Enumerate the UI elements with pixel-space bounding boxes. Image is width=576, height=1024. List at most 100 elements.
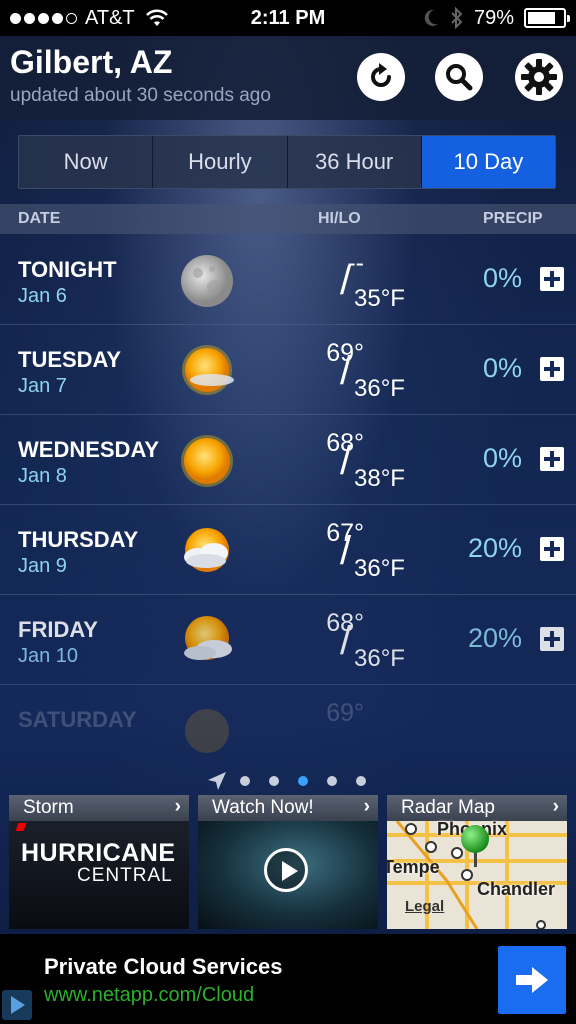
map-label-tempe: Tempe [387,857,440,877]
day-date: Jan 8 [18,465,67,487]
battery-percent: 79% [473,6,514,29]
bluetooth-icon [451,7,463,29]
low-temp: 36°F [354,555,405,582]
storm-card[interactable]: Storm › HURRICANE CENTRAL [9,795,189,929]
hurricane-title: HURRICANE [21,839,176,867]
central-title: CENTRAL [77,865,173,886]
partly-cloudy-icon [185,709,229,753]
precip-chance: 0% [482,443,522,473]
tab-10-day[interactable]: 10 Day [421,136,555,188]
column-header: DATE HI/LO PRECIP [0,204,576,234]
page-dot-active[interactable] [298,776,308,786]
moon-dnd-icon [424,9,438,26]
search-icon [446,64,473,91]
forecast-tabs: Now Hourly 36 Hour 10 Day [18,135,556,189]
card-title: Watch Now! [212,797,314,818]
hilo-temp: 68° / 36°F [326,609,405,672]
gear-icon [521,59,557,95]
page-dot[interactable] [356,776,366,786]
hurricane-logo-mark [15,823,27,831]
low-temp: 36°F [354,375,405,402]
refresh-button[interactable] [357,53,405,101]
forecast-row-thursday[interactable]: THURSDAY Jan 9 67° / 36°F 20% [0,505,576,595]
updated-text: updated about 30 seconds ago [10,85,271,106]
ad-arrow-button[interactable] [498,946,566,1014]
date-column-label: DATE [18,210,61,227]
day-date: Jan 7 [18,375,67,397]
forecast-row-wednesday[interactable]: WEDNESDAY Jan 8 68° / 38°F 0% [0,415,576,505]
play-icon[interactable] [264,848,308,892]
settings-button[interactable] [515,53,563,101]
chevron-right-icon: › [552,796,559,817]
sun-icon [181,435,233,487]
precip-chance: 20% [467,623,522,653]
refresh-icon [371,63,391,87]
tab-now[interactable]: Now [19,136,154,188]
hilo-column-label: HI/LO [318,210,361,227]
ad-banner[interactable]: Private Cloud Services www.netapp.com/Cl… [0,934,576,1024]
partly-cloudy-icon [184,528,229,572]
card-title: Radar Map [401,797,495,818]
day-date: Jan 10 [18,645,79,667]
expand-plus-icon[interactable] [540,627,564,651]
page-dot[interactable] [240,776,250,786]
sun-haze-icon [182,345,234,395]
day-name: TONIGHT [18,257,117,282]
status-bar: AT&T 2:11 PM 79% [0,0,576,36]
map-label-chandler: Chandler [477,879,556,899]
battery-icon [524,8,570,28]
day-date: Jan 9 [18,555,67,577]
ad-url[interactable]: www.netapp.com/Cloud [44,984,254,1007]
card-title: Storm [23,797,74,818]
radar-map-card[interactable]: Radar Map › Phoenix Tempe Chandler Legal [387,795,567,929]
map-legal-link[interactable]: Legal [405,898,444,915]
watch-now-card[interactable]: Watch Now! › [198,795,378,929]
radar-map: Phoenix Tempe Chandler Legal [387,819,567,929]
forecast-row-friday[interactable]: FRIDAY Jan 10 68° / 36°F 20% [0,595,576,685]
forecast-row-tonight[interactable]: TONIGHT Jan 6 -- / 35°F 0% [0,235,576,325]
hilo-temp: 67° / 36°F [326,519,405,582]
partly-cloudy-icon [184,616,232,660]
forecast-row-tuesday[interactable]: TUESDAY Jan 7 69° / 36°F 0% [0,325,576,415]
day-name: FRIDAY [18,617,98,642]
day-name: THURSDAY [18,527,139,552]
expand-plus-icon[interactable] [540,447,564,471]
tab-36-hour[interactable]: 36 Hour [287,136,422,188]
expand-plus-icon[interactable] [540,357,564,381]
location-header: Gilbert, AZ updated about 30 seconds ago [0,36,576,120]
high-temp: 69° [326,699,364,727]
day-date: Jan 6 [18,285,67,307]
page-indicator [0,770,576,794]
chevron-right-icon: › [174,796,181,817]
page-dot[interactable] [269,776,279,786]
carrier-name: AT&T [85,6,135,29]
hilo-temp: 69° [300,699,420,769]
low-temp: 38°F [354,465,405,492]
chevron-right-icon: › [363,796,370,817]
precip-chance: 0% [482,353,522,383]
search-button[interactable] [435,53,483,101]
hilo-temp: 69° / 36°F [326,339,405,402]
hilo-temp: 68° / 38°F [326,429,405,492]
precip-column-label: PRECIP [483,210,543,227]
moon-icon [181,255,233,307]
low-temp: 35°F [354,285,405,312]
precip-chance: 20% [467,533,522,563]
day-name: TUESDAY [18,347,122,372]
hilo-temp: -- / 35°F [340,249,405,312]
expand-plus-icon[interactable] [540,537,564,561]
ad-choices-icon[interactable] [2,990,32,1020]
day-name: SATURDAY [18,707,137,732]
low-temp: 36°F [354,645,405,672]
forecast-row-saturday[interactable]: SATURDAY 69° [0,685,576,775]
day-name: WEDNESDAY [18,437,159,462]
page-dot[interactable] [327,776,337,786]
expand-plus-icon[interactable] [540,267,564,291]
ad-title: Private Cloud Services [44,954,283,979]
signal-strength [10,12,77,24]
precip-chance: 0% [482,263,522,293]
location-pin-icon [461,825,489,853]
wifi-icon [145,9,168,26]
tab-hourly[interactable]: Hourly [153,136,288,188]
location-arrow-icon [208,772,226,790]
